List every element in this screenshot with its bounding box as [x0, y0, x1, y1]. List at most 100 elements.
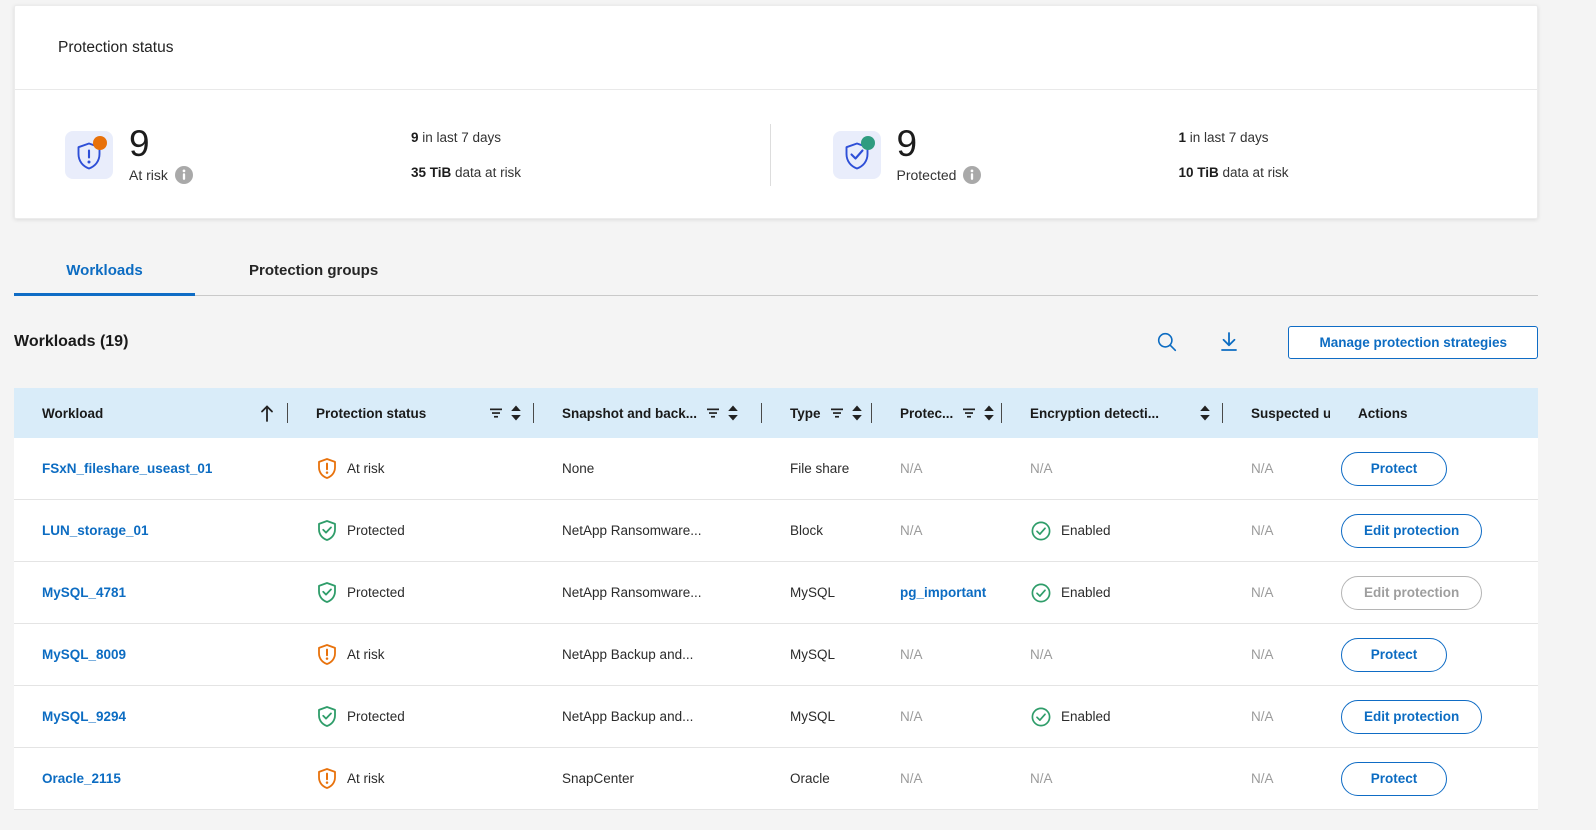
search-icon — [1156, 331, 1178, 353]
at-risk-badge-dot — [93, 136, 107, 150]
filter-icon[interactable] — [962, 406, 976, 420]
enabled-check-icon — [1030, 582, 1052, 604]
at-risk-stat-main: 9 At risk — [129, 125, 411, 184]
suspected-user-text: N/A — [1251, 647, 1274, 662]
protect-button[interactable]: Protect — [1341, 762, 1447, 796]
snapshot-policy-text: NetApp Backup and... — [562, 709, 693, 724]
encryption-cell: N/A — [1002, 461, 1223, 476]
column-header-suspected-user[interactable]: Suspected us — [1223, 388, 1330, 438]
column-header-encryption-detection[interactable]: Encryption detecti... — [1002, 388, 1223, 438]
protection-group-cell: N/A — [872, 771, 1002, 786]
filter-icon[interactable] — [830, 406, 844, 420]
tab-workloads[interactable]: Workloads — [14, 245, 195, 296]
workload-link[interactable]: MySQL_8009 — [42, 647, 126, 662]
at-risk-last7-count: 9 — [411, 130, 419, 145]
suspected-user-text: N/A — [1251, 461, 1274, 476]
protected-data-text: data at risk — [1219, 165, 1289, 180]
type-text: Oracle — [790, 771, 830, 786]
protected-stat-main: 9 Protected — [897, 125, 1179, 184]
workloads-table: Workload Protection status Snapshot and … — [14, 388, 1538, 810]
status-cell: At risk — [288, 767, 534, 790]
status-cell: Protected — [288, 705, 534, 728]
protection-group-cell: N/A — [872, 709, 1002, 724]
protected-label: Protected — [897, 167, 957, 183]
table-row: MySQL_4781 Protected NetApp Ransomware..… — [14, 562, 1538, 624]
column-header-protection-status[interactable]: Protection status — [288, 388, 534, 438]
tabs-bar: Workloads Protection groups — [14, 245, 1538, 296]
protected-badge-dot — [861, 136, 875, 150]
sort-icon[interactable] — [851, 405, 863, 421]
protected-shield-icon — [316, 705, 338, 728]
workload-link[interactable]: Oracle_2115 — [42, 771, 121, 786]
at-risk-shield-tile — [65, 131, 113, 179]
protection-status-card: Protection status 9 At risk — [14, 5, 1538, 219]
edit-protection-button[interactable]: Edit protection — [1341, 576, 1482, 610]
protected-data-size: 10 TiB — [1179, 165, 1219, 180]
status-text: Protected — [347, 585, 405, 600]
protected-last7-text: in last 7 days — [1186, 130, 1269, 145]
download-button[interactable] — [1212, 325, 1246, 359]
protected-meta: 1 in last 7 days 10 TiB data at risk — [1179, 120, 1289, 190]
protection-group-cell: pg_important — [872, 585, 1002, 600]
status-text: Protected — [347, 523, 405, 538]
protection-group-link[interactable]: pg_important — [900, 585, 986, 600]
status-text: Protected — [347, 709, 405, 724]
sort-icon[interactable] — [1199, 405, 1211, 421]
protect-button[interactable]: Protect — [1341, 452, 1447, 486]
at-risk-data-size: 35 TiB — [411, 165, 451, 180]
at-risk-data-text: data at risk — [451, 165, 521, 180]
suspected-user-text: N/A — [1251, 523, 1274, 538]
protection-group-cell: N/A — [872, 647, 1002, 662]
download-icon — [1217, 330, 1241, 354]
sort-ascending-icon — [260, 404, 274, 423]
table-row: MySQL_9294 Protected NetApp Backup and..… — [14, 686, 1538, 748]
tab-protection-groups-label: Protection groups — [249, 262, 378, 279]
workload-link[interactable]: MySQL_4781 — [42, 585, 126, 600]
snapshot-policy-text: NetApp Ransomware... — [562, 523, 702, 538]
encryption-text: Enabled — [1061, 585, 1111, 600]
encryption-cell: Enabled — [1002, 520, 1223, 542]
ransomware-protection-page: Protection status 9 At risk — [0, 0, 1596, 830]
workload-link[interactable]: FSxN_fileshare_useast_01 — [42, 461, 212, 476]
encryption-cell: Enabled — [1002, 706, 1223, 728]
workload-link[interactable]: LUN_storage_01 — [42, 523, 149, 538]
filter-icon[interactable] — [706, 406, 720, 420]
column-header-protection-group[interactable]: Protec... — [872, 388, 1002, 438]
sort-icon[interactable] — [727, 405, 739, 421]
suspected-user-text: N/A — [1251, 709, 1274, 724]
table-header-row: Workload Protection status Snapshot and … — [14, 388, 1538, 438]
snapshot-policy-text: NetApp Ransomware... — [562, 585, 702, 600]
type-text: MySQL — [790, 709, 835, 724]
search-button[interactable] — [1150, 325, 1184, 359]
sort-icon[interactable] — [983, 405, 995, 421]
encryption-text: Enabled — [1061, 709, 1111, 724]
edit-protection-button[interactable]: Edit protection — [1341, 514, 1482, 548]
filter-icon[interactable] — [489, 406, 503, 420]
at-risk-count: 9 — [129, 125, 411, 163]
tab-protection-groups[interactable]: Protection groups — [195, 245, 432, 296]
protection-group-cell: N/A — [872, 461, 1002, 476]
status-text: At risk — [347, 647, 385, 662]
sort-icon[interactable] — [510, 405, 522, 421]
info-icon[interactable] — [963, 166, 981, 184]
encryption-cell: N/A — [1002, 771, 1223, 786]
snapshot-policy-text: None — [562, 461, 594, 476]
column-header-snapshot-backup[interactable]: Snapshot and back... — [534, 388, 762, 438]
workload-link[interactable]: MySQL_9294 — [42, 709, 126, 724]
edit-protection-button[interactable]: Edit protection — [1341, 700, 1482, 734]
column-header-workload[interactable]: Workload — [14, 388, 288, 438]
tab-workloads-label: Workloads — [66, 262, 142, 279]
manage-protection-strategies-button[interactable]: Manage protection strategies — [1288, 326, 1538, 359]
status-cell: At risk — [288, 457, 534, 480]
info-icon[interactable] — [175, 166, 193, 184]
snapshot-policy-text: NetApp Backup and... — [562, 647, 693, 662]
enabled-check-icon — [1030, 706, 1052, 728]
table-row: Oracle_2115 At risk SnapCenter Oracle N/… — [14, 748, 1538, 810]
snapshot-policy-text: SnapCenter — [562, 771, 634, 786]
at-risk-shield-icon — [316, 643, 338, 666]
workloads-toolbar: Workloads (19) Manage protection strateg… — [14, 321, 1538, 363]
column-header-type[interactable]: Type — [762, 388, 872, 438]
protect-button[interactable]: Protect — [1341, 638, 1447, 672]
at-risk-shield-icon — [316, 457, 338, 480]
workloads-count-title: Workloads (19) — [14, 333, 128, 351]
